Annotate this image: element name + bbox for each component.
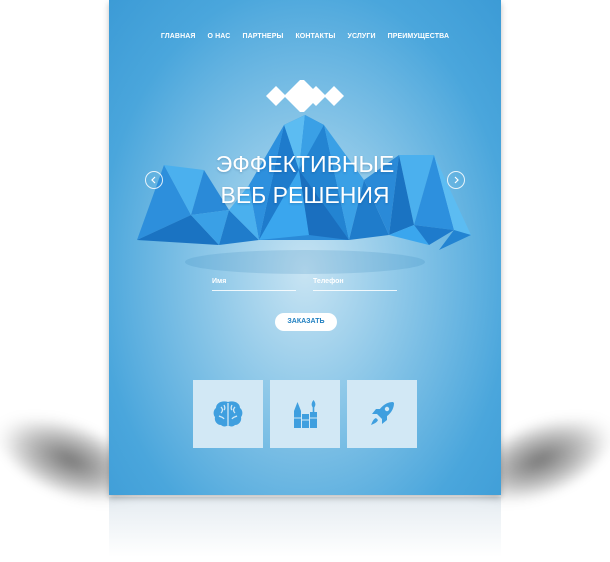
landing-page: ГЛАВНАЯ О НАС ПАРТНЕРЫ КОНТАКТЫ УСЛУГИ П… xyxy=(109,0,501,495)
main-nav: ГЛАВНАЯ О НАС ПАРТНЕРЫ КОНТАКТЫ УСЛУГИ П… xyxy=(109,33,501,45)
nav-item-about[interactable]: О НАС xyxy=(208,33,231,45)
diamonds-logo[interactable] xyxy=(266,80,344,112)
brain-icon xyxy=(213,401,243,427)
name-field[interactable]: Имя xyxy=(212,276,296,291)
nav-item-advantages[interactable]: ПРЕИМУЩЕСТВА xyxy=(388,33,450,45)
rocket-icon xyxy=(371,402,394,425)
hero-title: ЭФФЕКТИВНЫЕ ВЕБ РЕШЕНИЯ xyxy=(109,149,501,211)
feature-tile-launch[interactable] xyxy=(347,380,417,448)
hero-title-line-1: ЭФФЕКТИВНЫЕ xyxy=(215,151,395,177)
phone-field[interactable]: Телефон xyxy=(313,276,397,291)
hero-title-line-2: ВЕБ РЕШЕНИЯ xyxy=(220,182,390,208)
order-button[interactable]: ЗАКАЗАТЬ xyxy=(275,313,337,331)
feature-tile-brain[interactable] xyxy=(193,380,263,448)
feature-tile-design[interactable] xyxy=(270,380,340,448)
nav-item-contacts[interactable]: КОНТАКТЫ xyxy=(295,33,335,45)
mockup-reflection xyxy=(109,497,501,557)
nav-item-home[interactable]: ГЛАВНАЯ xyxy=(161,33,196,45)
art-supplies-icon xyxy=(294,400,317,428)
nav-item-services[interactable]: УСЛУГИ xyxy=(347,33,375,45)
nav-item-partners[interactable]: ПАРТНЕРЫ xyxy=(242,33,283,45)
